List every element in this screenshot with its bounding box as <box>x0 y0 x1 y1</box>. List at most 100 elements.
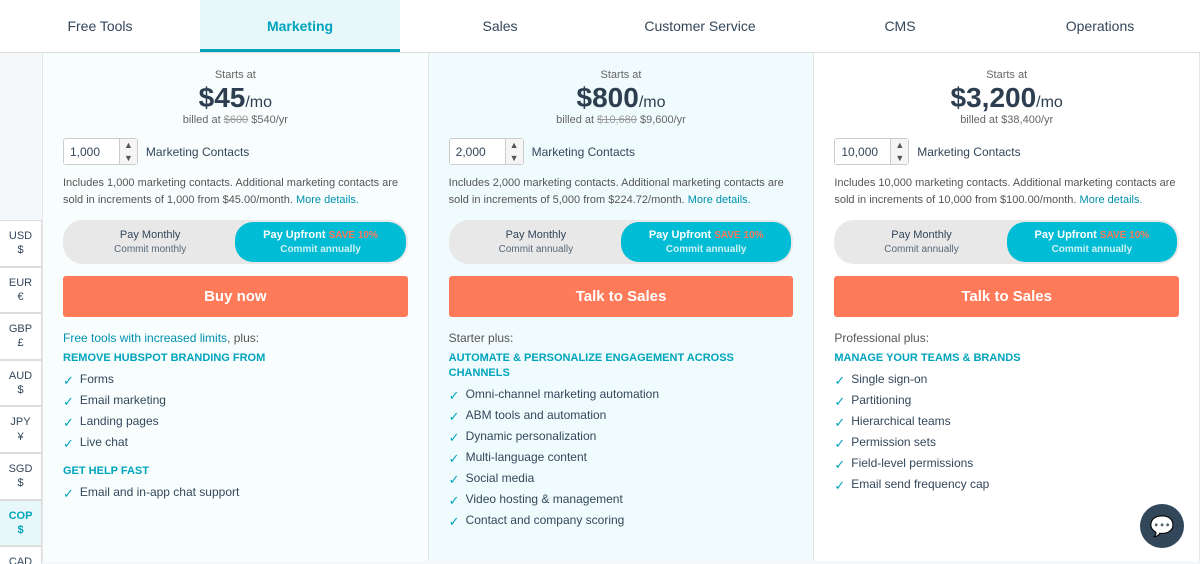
tab-sales[interactable]: Sales <box>400 0 600 52</box>
list-item: ✓Omni-channel marketing automation <box>449 387 794 404</box>
list-item: ✓ABM tools and automation <box>449 408 794 425</box>
plan-professional: Starts at $800/mo billed at $10,680 $9,6… <box>429 53 815 561</box>
currency-sgd[interactable]: SGD $ <box>0 453 42 500</box>
tab-customer-service[interactable]: Customer Service <box>600 0 800 52</box>
check-icon: ✓ <box>63 373 74 389</box>
enterprise-pay-upfront-btn[interactable]: Pay Upfront SAVE 10% Commit annually <box>1007 222 1177 261</box>
starter-feature-lead: Free tools with increased limits, plus: <box>63 331 408 345</box>
list-item: ✓Email and in-app chat support <box>63 485 408 502</box>
starter-contacts-spinners: ▲ ▼ <box>119 139 137 165</box>
professional-features: Starter plus: AUTOMATE & PERSONALIZE ENG… <box>449 331 794 531</box>
enterprise-payment-toggle: Pay Monthly Commit annually Pay Upfront … <box>834 220 1179 263</box>
professional-contacts-label: Marketing Contacts <box>532 145 635 159</box>
professional-contacts-row: ▲ ▼ Marketing Contacts <box>449 138 794 166</box>
professional-contacts-spinners: ▲ ▼ <box>505 139 523 165</box>
list-item: ✓Contact and company scoring <box>449 513 794 530</box>
check-icon: ✓ <box>63 486 74 502</box>
check-icon: ✓ <box>834 478 845 494</box>
starter-contacts-up[interactable]: ▲ <box>120 139 137 152</box>
check-icon: ✓ <box>449 430 460 446</box>
list-item: ✓Social media <box>449 471 794 488</box>
starter-feature-head: REMOVE HUBSPOT BRANDING FROM <box>63 351 408 366</box>
enterprise-contacts-down[interactable]: ▼ <box>891 152 908 165</box>
check-icon: ✓ <box>449 409 460 425</box>
starter-starts-at-label: Starts at <box>63 69 408 81</box>
check-icon: ✓ <box>834 436 845 452</box>
chat-fab-button[interactable]: 💬 <box>1140 504 1184 548</box>
currency-aud[interactable]: AUD $ <box>0 360 42 407</box>
enterprise-cta-button[interactable]: Talk to Sales <box>834 276 1179 317</box>
starter-features: Free tools with increased limits, plus: … <box>63 331 408 503</box>
currency-sidebar: USD $ EUR € GBP £ AUD $ JPY ¥ SGD $ COP … <box>0 220 42 564</box>
professional-starts-at-label: Starts at <box>449 69 794 81</box>
tab-marketing[interactable]: Marketing <box>200 0 400 52</box>
list-item: ✓Permission sets <box>834 435 1179 452</box>
list-item: ✓Video hosting & management <box>449 492 794 509</box>
plan-starter: Starts at $45/mo billed at $600 $540/yr … <box>42 53 429 561</box>
list-item: ✓Email send frequency cap <box>834 477 1179 494</box>
tab-operations[interactable]: Operations <box>1000 0 1200 52</box>
plan-enterprise: Starts at $3,200/mo billed at $38,400/yr… <box>814 53 1200 561</box>
starter-contacts-desc: Includes 1,000 marketing contacts. Addit… <box>63 175 408 208</box>
starter-contacts-input[interactable] <box>64 140 119 164</box>
professional-pay-upfront-btn[interactable]: Pay Upfront SAVE 10% Commit annually <box>621 222 791 261</box>
professional-payment-toggle: Pay Monthly Commit annually Pay Upfront … <box>449 220 794 263</box>
list-item: ✓Dynamic personalization <box>449 429 794 446</box>
enterprise-features: Professional plus: MANAGE YOUR TEAMS & B… <box>834 331 1179 494</box>
enterprise-contacts-input[interactable] <box>835 140 890 164</box>
chat-icon: 💬 <box>1150 514 1175 539</box>
check-icon: ✓ <box>449 388 460 404</box>
professional-feature-lead: Starter plus: <box>449 331 794 345</box>
check-icon: ✓ <box>449 472 460 488</box>
enterprise-contacts-row: ▲ ▼ Marketing Contacts <box>834 138 1179 166</box>
professional-contacts-up[interactable]: ▲ <box>506 139 523 152</box>
professional-contacts-down[interactable]: ▼ <box>506 152 523 165</box>
check-icon: ✓ <box>63 415 74 431</box>
enterprise-contacts-spinners: ▲ ▼ <box>890 139 908 165</box>
check-icon: ✓ <box>449 514 460 530</box>
enterprise-starts-at-label: Starts at <box>834 69 1179 81</box>
professional-contacts-input-wrap[interactable]: ▲ ▼ <box>449 138 524 166</box>
professional-billed: billed at $10,680 $9,600/yr <box>449 114 794 126</box>
check-icon: ✓ <box>449 451 460 467</box>
enterprise-billed: billed at $38,400/yr <box>834 114 1179 126</box>
enterprise-contacts-link[interactable]: More details. <box>1080 194 1143 206</box>
tab-cms[interactable]: CMS <box>800 0 1000 52</box>
currency-cop[interactable]: COP $ <box>0 500 42 547</box>
enterprise-contacts-label: Marketing Contacts <box>917 145 1020 159</box>
enterprise-price: $3,200/mo <box>834 83 1179 114</box>
starter-billed: billed at $600 $540/yr <box>63 114 408 126</box>
starter-contacts-row: ▲ ▼ Marketing Contacts <box>63 138 408 166</box>
professional-cta-button[interactable]: Talk to Sales <box>449 276 794 317</box>
list-item: ✓Single sign-on <box>834 372 1179 389</box>
starter-pay-monthly-btn[interactable]: Pay Monthly Commit monthly <box>65 222 235 261</box>
currency-cad[interactable]: CAD $ <box>0 546 42 564</box>
currency-gbp[interactable]: GBP £ <box>0 313 42 360</box>
starter-contacts-link[interactable]: More details. <box>296 194 359 206</box>
list-item: ✓Forms <box>63 372 408 389</box>
starter-contacts-down[interactable]: ▼ <box>120 152 137 165</box>
enterprise-contacts-up[interactable]: ▲ <box>891 139 908 152</box>
professional-feature-head: AUTOMATE & PERSONALIZE ENGAGEMENT ACROSS… <box>449 351 794 382</box>
currency-eur[interactable]: EUR € <box>0 267 42 314</box>
tab-free-tools[interactable]: Free Tools <box>0 0 200 52</box>
professional-pay-monthly-btn[interactable]: Pay Monthly Commit annually <box>451 222 621 261</box>
check-icon: ✓ <box>834 373 845 389</box>
enterprise-feature-lead: Professional plus: <box>834 331 1179 345</box>
list-item: ✓Live chat <box>63 435 408 452</box>
currency-usd[interactable]: USD $ <box>0 220 42 267</box>
list-item: ✓Email marketing <box>63 393 408 410</box>
starter-pay-upfront-btn[interactable]: Pay Upfront SAVE 10% Commit annually <box>235 222 405 261</box>
check-icon: ✓ <box>449 493 460 509</box>
enterprise-feature-head: MANAGE YOUR TEAMS & BRANDS <box>834 351 1179 366</box>
enterprise-pay-monthly-btn[interactable]: Pay Monthly Commit annually <box>836 222 1006 261</box>
list-item: ✓Partitioning <box>834 393 1179 410</box>
professional-contacts-link[interactable]: More details. <box>688 194 751 206</box>
starter-cta-button[interactable]: Buy now <box>63 276 408 317</box>
professional-contacts-input[interactable] <box>450 140 505 164</box>
starter-contacts-input-wrap[interactable]: ▲ ▼ <box>63 138 138 166</box>
professional-price: $800/mo <box>449 83 794 114</box>
enterprise-contacts-desc: Includes 10,000 marketing contacts. Addi… <box>834 175 1179 208</box>
currency-jpy[interactable]: JPY ¥ <box>0 406 42 453</box>
enterprise-contacts-input-wrap[interactable]: ▲ ▼ <box>834 138 909 166</box>
